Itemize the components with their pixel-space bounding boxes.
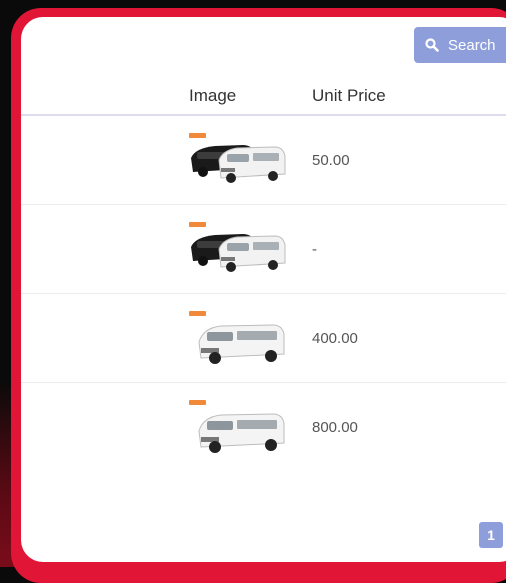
search-button-label: Search [448,36,496,54]
table-row[interactable]: 400.00 [21,294,506,383]
pagination-page-button[interactable]: 1 [479,522,503,548]
search-icon [425,38,439,52]
table-row[interactable]: 800.00 [21,383,506,471]
unit-price: 50.00 [312,152,350,169]
unit-price: 800.00 [312,419,358,436]
product-image [185,308,289,368]
table-row[interactable]: 50.00 [21,116,506,205]
unit-price: 400.00 [312,330,358,347]
product-image [185,130,289,190]
unit-price: - [312,241,317,258]
product-image [185,397,289,457]
column-header-image[interactable]: Image [189,86,236,106]
column-header-unit-price[interactable]: Unit Price [312,86,386,106]
table-panel: Search Image Unit Price 50.00 - 400.00 8… [21,17,506,562]
search-button[interactable]: Search [414,27,506,63]
table-row[interactable]: - [21,205,506,294]
product-image [185,219,289,279]
